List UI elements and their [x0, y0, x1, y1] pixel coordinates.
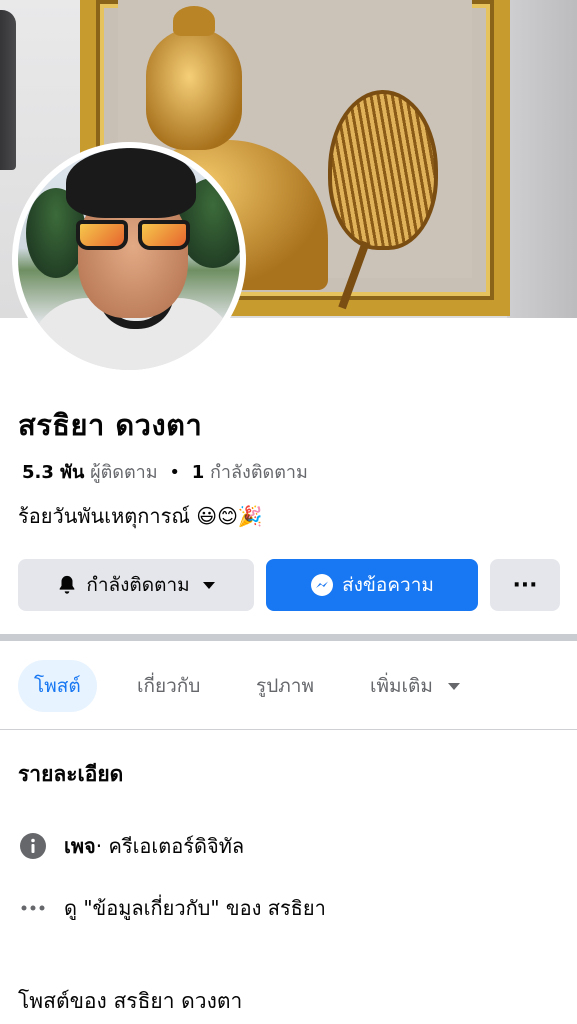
cover-statue-right: [507, 0, 577, 318]
tab-photos-label: รูปภาพ: [256, 675, 314, 697]
avatar-lens-left: [76, 220, 128, 250]
statue-fan: [328, 90, 438, 250]
page-category: · ครีเอเตอร์ดิจิทัล: [95, 834, 245, 858]
profile-bio: ร้อยวันพันเหตุการณ์ 😃😊🎉: [18, 504, 263, 528]
statue-head: [146, 28, 242, 150]
bell-icon: [56, 574, 78, 596]
followers-count[interactable]: 5.3 พัน: [22, 462, 84, 483]
tab-about-label: เกี่ยวกับ: [137, 675, 201, 697]
message-button[interactable]: ส่งข้อความ: [266, 559, 478, 611]
messenger-icon: [310, 573, 334, 597]
following-button[interactable]: กำลังติดตาม: [18, 559, 254, 611]
cover-statue-left: [0, 10, 16, 170]
chevron-down-icon: [202, 580, 216, 590]
tab-posts[interactable]: โพสต์: [18, 660, 97, 712]
posts-title: โพสต์ของ สรธิยา ดวงตา: [18, 989, 243, 1013]
followers-label[interactable]: ผู้ติดตาม: [90, 462, 158, 483]
profile-name: สรธิยา ดวงตา: [18, 408, 203, 442]
caret-down-icon: [447, 681, 461, 691]
tab-posts-label: โพสต์: [34, 675, 81, 697]
about-link-row[interactable]: ดู "ข้อมูลเกี่ยวกับ" ของ สรธิยา: [18, 892, 326, 924]
stats-separator: •: [169, 462, 181, 483]
details-title: รายละเอียด: [18, 762, 124, 786]
following-button-label: กำลังติดตาม: [86, 574, 190, 596]
message-button-label: ส่งข้อความ: [342, 574, 434, 596]
page-label: เพจ: [64, 834, 96, 858]
avatar-sunglasses: [76, 220, 194, 252]
avatar-photo: [18, 148, 240, 370]
following-count[interactable]: 1: [192, 462, 205, 483]
info-icon: [18, 831, 48, 861]
tabs-divider: [0, 729, 577, 730]
more-options-button[interactable]: ···: [490, 559, 560, 611]
page-category-row: เพจ · ครีเอเตอร์ดิจิทัล: [18, 830, 244, 862]
ellipsis-icon: [18, 893, 48, 923]
statue-crown: [173, 6, 215, 36]
profile-avatar[interactable]: [12, 142, 246, 376]
about-link[interactable]: ดู "ข้อมูลเกี่ยวกับ" ของ สรธิยา: [64, 892, 326, 924]
tab-more-label: เพิ่มเติม: [370, 675, 433, 697]
avatar-hair: [66, 148, 196, 218]
tab-about[interactable]: เกี่ยวกับ: [137, 660, 200, 712]
tab-more[interactable]: เพิ่มเติม: [370, 660, 461, 712]
more-icon: ···: [512, 572, 538, 598]
tab-photos[interactable]: รูปภาพ: [256, 660, 314, 712]
avatar-lens-right: [138, 220, 190, 250]
section-divider: [0, 634, 577, 641]
profile-stats: 5.3 พัน ผู้ติดตาม • 1 กำลังติดตาม: [22, 457, 308, 486]
following-label[interactable]: กำลังติดตาม: [210, 462, 308, 483]
